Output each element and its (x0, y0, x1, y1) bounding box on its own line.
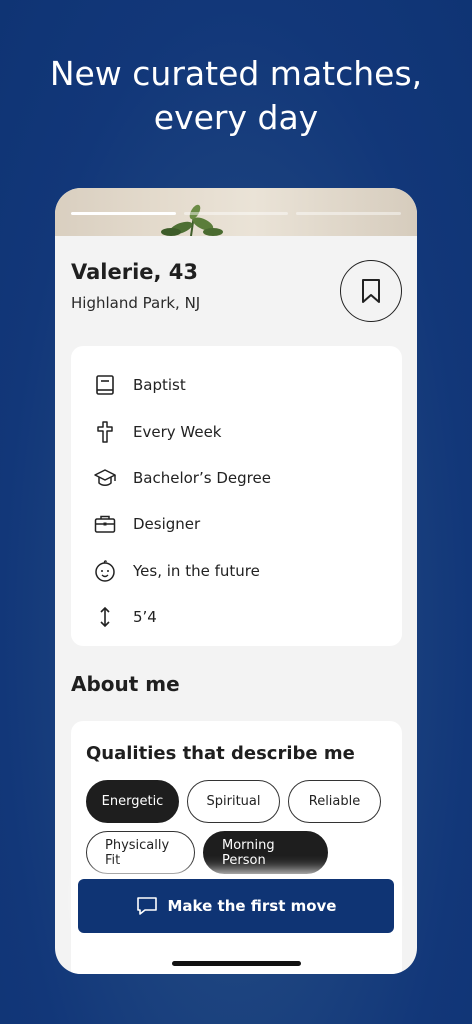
progress-segment-1 (71, 212, 176, 215)
detail-row-children: Yes, in the future (93, 548, 402, 594)
chip-physically-fit[interactable]: Physically Fit (86, 831, 195, 874)
cross-icon (93, 420, 117, 444)
chip-energetic[interactable]: Energetic (86, 780, 179, 823)
profile-name: Valerie, 43 (71, 260, 199, 284)
briefcase-icon (93, 512, 117, 536)
detail-label: Bachelor’s Degree (133, 468, 271, 487)
bookmark-button[interactable] (340, 260, 402, 322)
progress-segment-3 (296, 212, 402, 215)
chip-morning-person[interactable]: Morning Person (203, 831, 328, 874)
detail-row-height: 5’4 (93, 594, 402, 640)
detail-label: Yes, in the future (133, 561, 260, 580)
detail-row-attendance: Every Week (93, 408, 402, 454)
bookmark-icon (362, 279, 380, 303)
detail-label: Designer (133, 515, 201, 534)
home-indicator (172, 961, 301, 966)
graduation-cap-icon (93, 466, 117, 490)
height-arrows-icon (93, 605, 117, 629)
plant-image (161, 204, 223, 236)
detail-row-job: Designer (93, 501, 402, 547)
detail-row-religion: Baptist (93, 362, 402, 408)
detail-label: Baptist (133, 376, 186, 395)
about-heading: About me (71, 672, 180, 696)
profile-location: Highland Park, NJ (71, 294, 201, 312)
qualities-card: Qualities that describe me Energetic Spi… (71, 721, 402, 974)
baby-icon (93, 559, 117, 583)
chip-spiritual[interactable]: Spiritual (187, 780, 280, 823)
photo-progress-indicator (71, 212, 402, 215)
chip-reliable[interactable]: Reliable (288, 780, 381, 823)
profile-photo[interactable] (55, 188, 417, 236)
detail-row-education: Bachelor’s Degree (93, 455, 402, 501)
profile-details-card: Baptist Every Week Bachelor’s Degree Des… (71, 346, 402, 646)
progress-segment-2 (183, 212, 289, 215)
cta-label: Make the first move (167, 897, 337, 915)
detail-label: Every Week (133, 422, 222, 441)
profile-card-screen: Valerie, 43 Highland Park, NJ Baptist Ev… (55, 188, 417, 974)
make-first-move-button[interactable]: Make the first move (78, 879, 394, 933)
qualities-heading: Qualities that describe me (86, 743, 355, 764)
book-icon (93, 373, 117, 397)
detail-label: 5’4 (133, 608, 157, 627)
qualities-chip-list: Energetic Spiritual Reliable Physically … (86, 780, 386, 874)
chat-bubble-icon (136, 897, 157, 915)
headline: New curated matches, every day (49, 54, 423, 137)
